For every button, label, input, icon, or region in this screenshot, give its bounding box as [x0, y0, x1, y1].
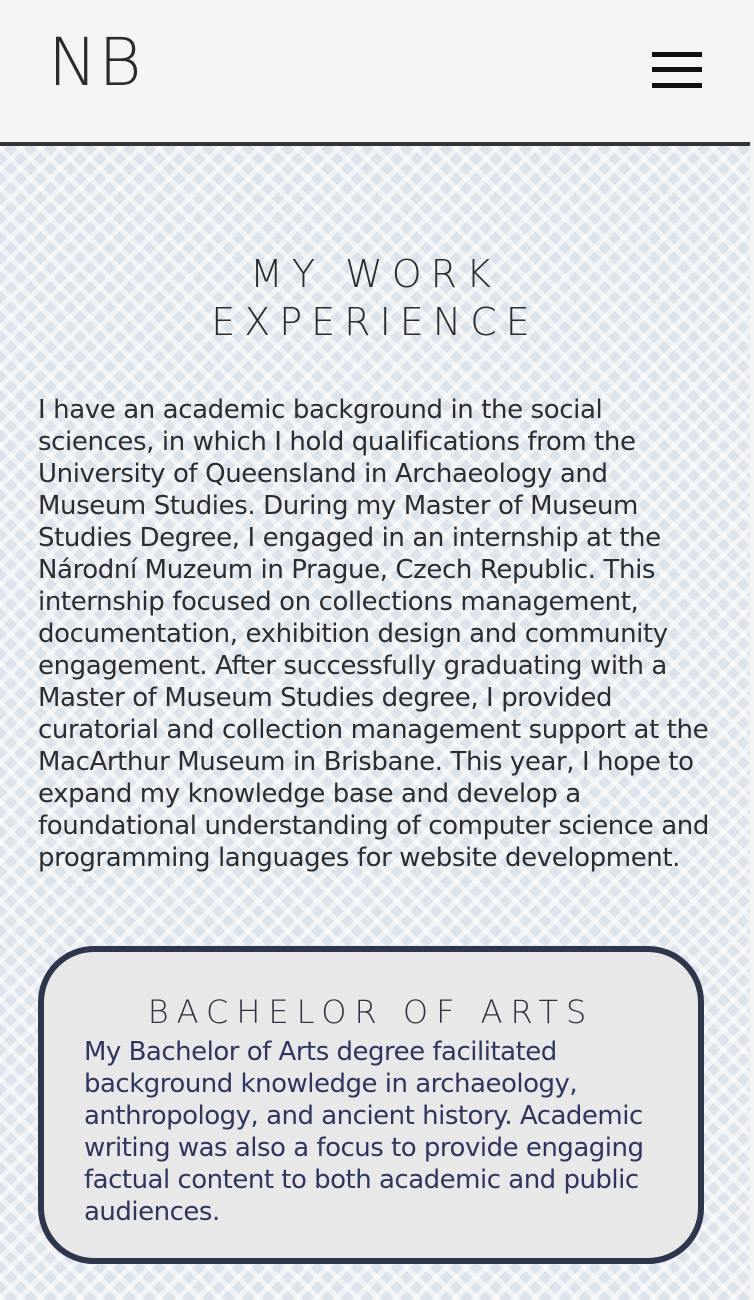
site-logo[interactable]: NB: [48, 30, 143, 96]
intro-paragraph: I have an academic background in the soc…: [38, 395, 709, 873]
menu-bar: [652, 67, 702, 72]
card-description: My Bachelor of Arts degree facilitated b…: [84, 1037, 644, 1227]
page-title-line2: EXPERIENCE: [211, 300, 539, 344]
page-title-line1: MY WORK: [250, 252, 500, 296]
hamburger-menu-icon[interactable]: [648, 50, 704, 92]
menu-bar: [652, 83, 702, 88]
page-title: MY WORK EXPERIENCE: [0, 250, 750, 346]
site-header: NB: [0, 0, 750, 146]
page-edge: [750, 0, 754, 1300]
menu-bar: [652, 52, 702, 57]
card-title: BACHELOR OF ARTS: [147, 993, 595, 1031]
experience-card-bachelor-of-arts: BACHELOR OF ARTS My Bachelor of Arts deg…: [38, 946, 704, 1264]
